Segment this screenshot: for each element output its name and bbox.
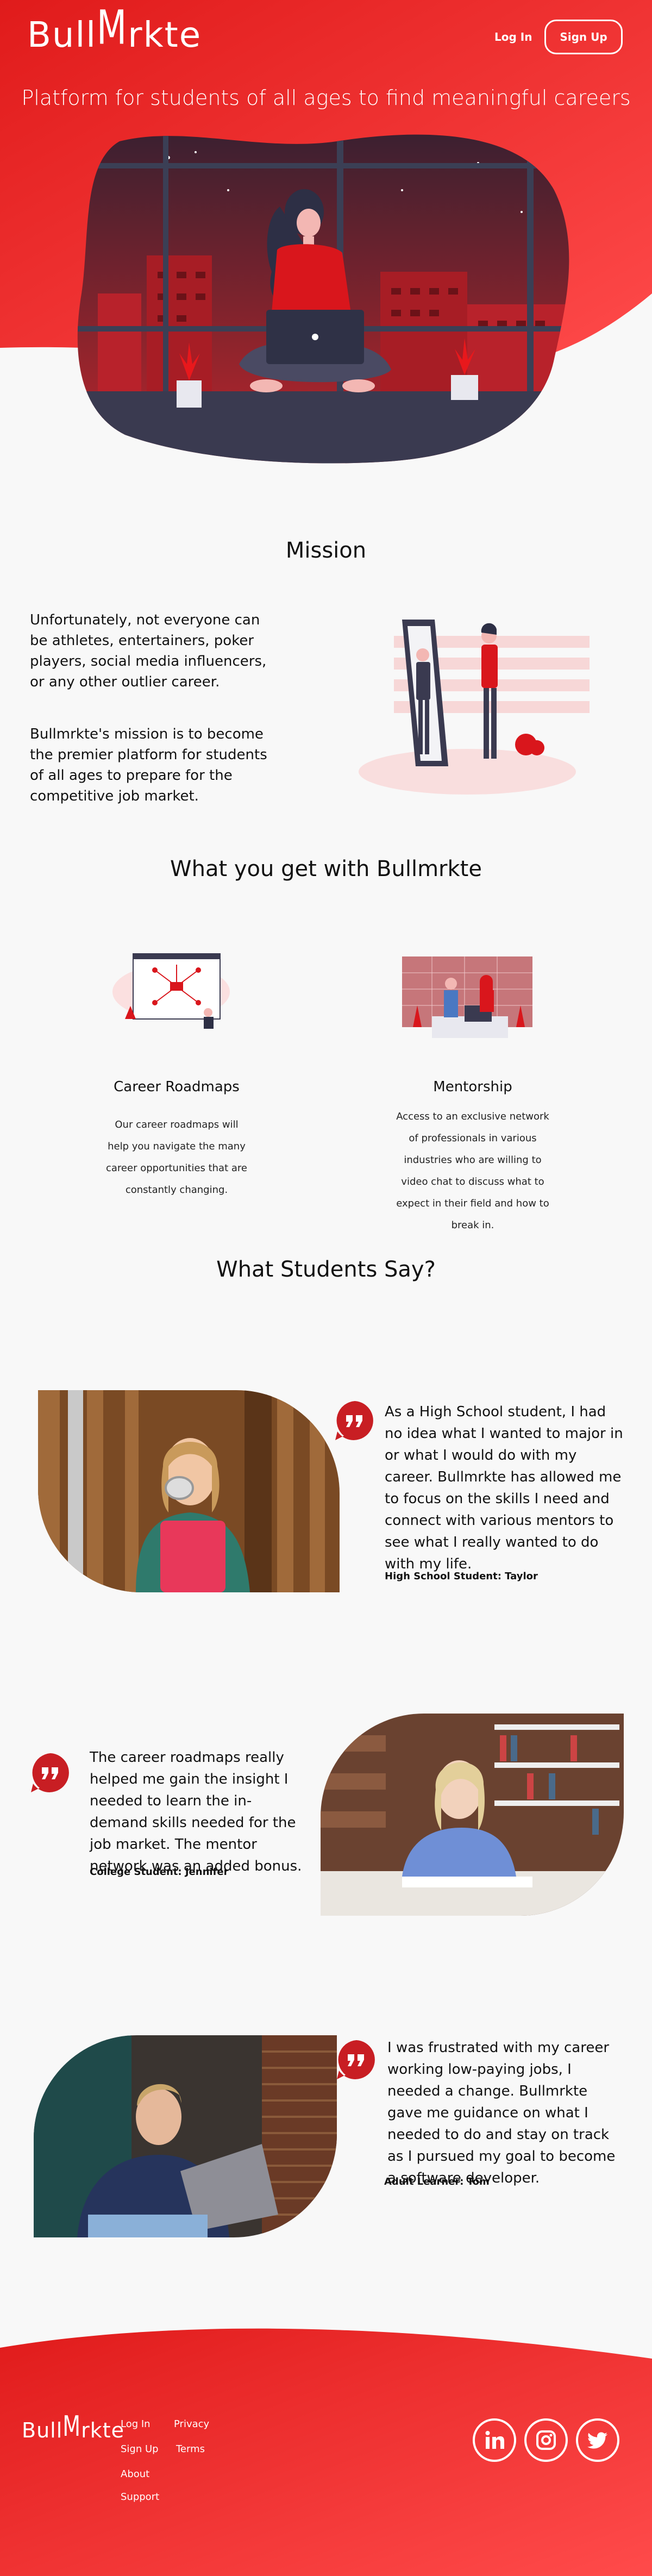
footer-logo[interactable]: BullMrkte [22,2410,124,2442]
brand-logo[interactable]: BullMrkte [27,1,202,55]
features-title: What you get with Bullmrkte [170,856,482,881]
instagram-icon[interactable] [524,2418,568,2462]
mission-title: Mission [285,538,367,563]
feature-desc-mentorship: Access to an exclusive network of profes… [396,1111,549,1231]
footer-link-about[interactable]: About [121,2468,149,2480]
quote-icon [337,2040,375,2079]
testimonial-quote-jennifer: The career roadmaps really helped me gai… [90,1749,302,1874]
feature-title-career-roadmaps: Career Roadmaps [114,1079,240,1095]
mirror-illustration [359,620,590,795]
login-link[interactable]: Log In [494,30,532,43]
footer: BullMrkte Log In Sign Up About Support P… [0,2326,652,2576]
quote-icon [31,1753,69,1792]
hero-illustration [77,134,569,464]
testimonial-quote-taylor: As a High School student, I had no idea … [385,1404,623,1572]
twitter-icon[interactable] [576,2418,619,2462]
testimonial-photo-jennifer [321,1714,624,1916]
quote-icon [335,1401,373,1440]
hero-section: BullMrkte Log In Sign Up Platform for st… [0,0,652,489]
mission-paragraph-2: Bullmrkte's mission is to become the pre… [30,726,267,804]
career-roadmap-illustration [112,953,230,1029]
testimonial-author-taylor: High School Student: Taylor [385,1571,538,1582]
mission-paragraph-1: Unfortunately, not everyone can be athle… [30,612,267,690]
signup-button[interactable]: Sign Up [544,20,623,54]
hero-tagline: Platform for students of all ages to fin… [21,86,631,110]
testimonial-photo-tom [34,2035,337,2237]
testimonials-title: What Students Say? [216,1257,436,1282]
footer-link-support[interactable]: Support [121,2491,159,2503]
testimonial-author-jennifer: College Student: Jennifer [90,1866,229,1878]
footer-link-signup[interactable]: Sign Up [121,2443,159,2455]
footer-link-terms[interactable]: Terms [176,2443,205,2455]
footer-link-privacy[interactable]: Privacy [174,2418,209,2430]
testimonial-quote-tom: I was frustrated with my career working … [387,2040,616,2186]
testimonial-author-tom: Adult Learner: Tom [384,2176,490,2187]
mentorship-illustration [402,956,532,1038]
testimonial-photo-taylor [38,1390,340,1592]
feature-title-mentorship: Mentorship [433,1079,512,1095]
feature-desc-career-roadmaps: Our career roadmaps will help you naviga… [106,1119,247,1196]
linkedin-icon[interactable] [473,2418,516,2462]
footer-link-login[interactable]: Log In [121,2418,151,2430]
